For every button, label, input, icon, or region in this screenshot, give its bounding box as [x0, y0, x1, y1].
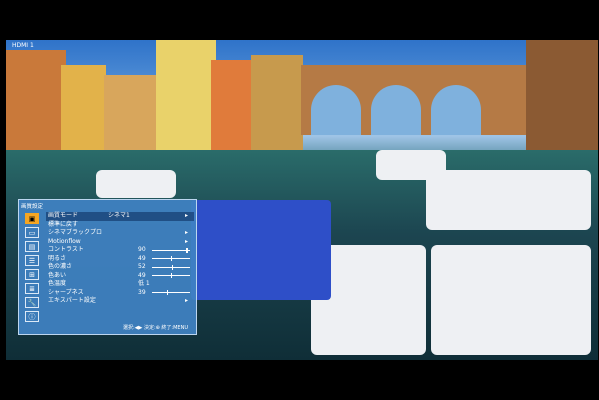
bridge-arch [371, 85, 421, 135]
bridge-arch [431, 85, 481, 135]
menu-icon-column: ▣ ▭ ▤ ☰ ⊞ ≣ 🔧 ⓘ [21, 211, 43, 325]
menu-item-number: 39 [138, 288, 146, 296]
picture-icon[interactable]: ▣ [25, 213, 39, 224]
bridge-arch [311, 85, 361, 135]
menu-item[interactable]: 色温度 低 1 [46, 280, 194, 289]
menu-item-number: 90 [138, 246, 146, 253]
menu-item-slider[interactable] [152, 290, 190, 295]
menu-item[interactable]: シネマブラックプロ ▸ [46, 229, 194, 238]
slider-knob[interactable] [166, 290, 169, 295]
tools-icon[interactable]: 🔧 [25, 297, 39, 308]
menu-title: 画質設定 [21, 204, 44, 210]
menu-item-number: 低 1 [138, 280, 150, 287]
menu-item-slider[interactable] [152, 264, 190, 270]
menu-item-slider[interactable] [152, 273, 190, 278]
menu-item-label: Motionflow [48, 237, 81, 245]
boat [376, 150, 446, 180]
settings-menu: 画質設定 ▣ ▭ ▤ ☰ ⊞ ≣ 🔧 ⓘ 画質モード シネマ1 ▸ 標準に戻す シネマブラックプロ ▸ M… [18, 199, 197, 335]
blue-boat [191, 200, 331, 300]
menu-item-label: エキスパート設定 [48, 297, 96, 304]
boat [426, 170, 591, 230]
menu-item-label: 明るさ [48, 254, 67, 262]
stone-bridge [301, 65, 531, 135]
menu-item[interactable]: エキスパート設定 ▸ [46, 297, 194, 306]
building [251, 55, 303, 150]
menu-item-label: シャープネス [48, 288, 84, 296]
slider-knob[interactable] [170, 273, 173, 278]
list-icon[interactable]: ≣ [25, 283, 39, 294]
display-icon[interactable]: ▤ [25, 241, 39, 252]
menu-item-label: コントラスト [48, 246, 84, 253]
menu-footer: 選択:◀▶ 決定:⊕ 終了:MENU [123, 325, 188, 331]
boat [96, 170, 176, 198]
building [156, 40, 216, 150]
input-indicator: HDMI 1 [12, 42, 34, 49]
chevron-right-icon: ▸ [184, 229, 188, 236]
menu-item-number: 49 [138, 254, 146, 262]
boat [431, 245, 591, 355]
chevron-right-icon: ▸ [184, 237, 188, 245]
menu-item-label: 色あい [48, 271, 67, 279]
menu-item-label: 標準に戻す [48, 220, 79, 228]
slider-knob[interactable] [171, 264, 174, 270]
menu-item-number: 52 [138, 263, 146, 270]
menu-item[interactable]: 色あい 49 [46, 272, 194, 281]
menu-item[interactable]: 標準に戻す [46, 221, 194, 230]
menu-item[interactable]: コントラスト 90 [46, 246, 194, 255]
menu-item-number: 49 [138, 271, 146, 279]
menu-item-label: 色温度 [48, 280, 67, 287]
menu-item-value: シネマ1 [108, 212, 130, 219]
setup-icon[interactable]: ☰ [25, 255, 39, 266]
menu-rows: 画質モード シネマ1 ▸ 標準に戻す シネマブラックプロ ▸ Motionflow ▸ コントラ… [46, 212, 194, 306]
info-icon[interactable]: ⓘ [25, 311, 39, 322]
menu-item-label: 画質モード [48, 212, 79, 219]
menu-item-label: シネマブラックプロ [48, 229, 103, 236]
menu-item[interactable]: 明るさ 49 [46, 255, 194, 264]
screen-icon[interactable]: ▭ [25, 227, 39, 238]
chevron-right-icon: ▸ [184, 212, 188, 219]
function-icon[interactable]: ⊞ [25, 269, 39, 280]
menu-item-slider[interactable] [152, 256, 190, 261]
chevron-right-icon: ▸ [184, 297, 188, 304]
menu-item[interactable]: 色の濃さ 52 [46, 263, 194, 272]
building [211, 60, 256, 150]
slider-knob[interactable] [186, 247, 188, 253]
menu-item-label: 色の濃さ [48, 263, 73, 270]
menu-item[interactable]: 画質モード シネマ1 ▸ [46, 212, 194, 221]
slider-knob[interactable] [170, 256, 173, 261]
stone-tower [526, 40, 598, 160]
menu-item[interactable]: Motionflow ▸ [46, 238, 194, 247]
menu-item-slider[interactable] [152, 247, 190, 253]
menu-item[interactable]: シャープネス 39 [46, 289, 194, 298]
